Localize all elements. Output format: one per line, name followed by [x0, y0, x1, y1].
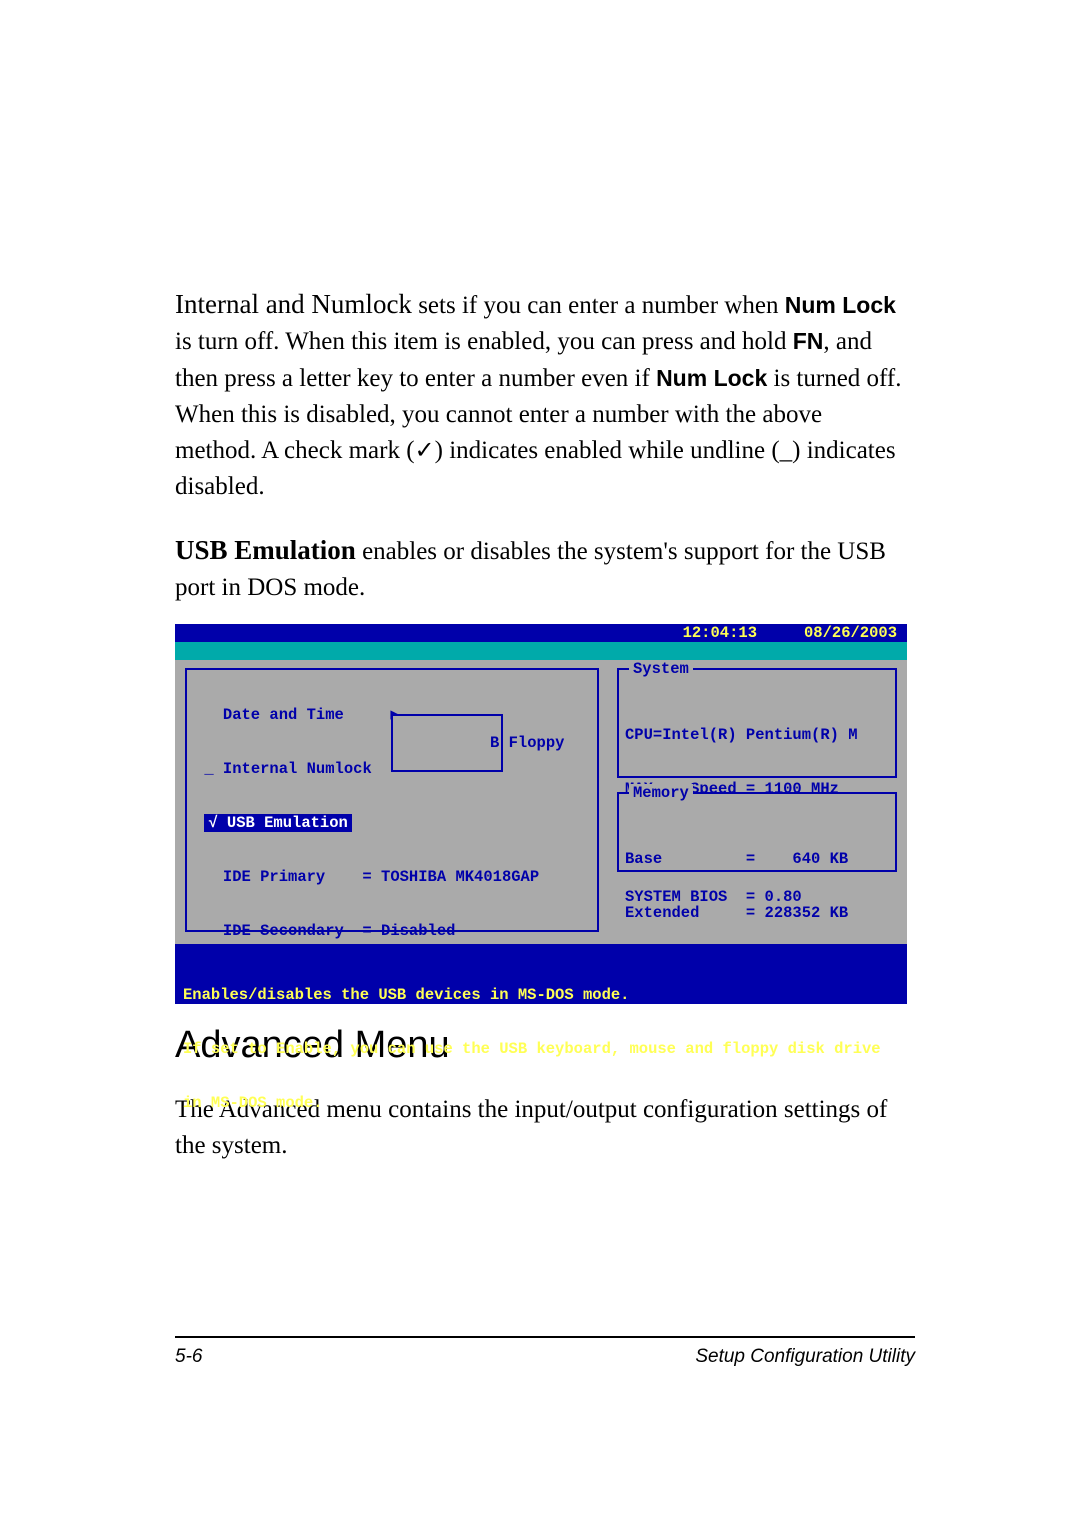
footer-rule: [175, 1336, 915, 1338]
item-internal-numlock-label: _ Internal Numlock: [204, 760, 371, 778]
item-ide-primary-label: IDE Primary = TOSHIBA MK4018GAP: [223, 868, 539, 886]
bios-main-area: Date and Time ▶ _ Internal Numlock √ USB…: [175, 660, 907, 944]
key-fn: FN: [793, 328, 824, 354]
memory-label: Memory: [629, 784, 693, 802]
item-ide-secondary-label: IDE Secondary = Disabled: [223, 922, 456, 940]
bios-system-panel: System CPU=Intel(R) Pentium(R) M MAX Spe…: [617, 668, 897, 778]
item-usb-emulation-label: √ USB Emulation: [204, 814, 352, 832]
key-numlock: Num Lock: [785, 292, 896, 318]
bios-date: 08/26/2003: [804, 624, 897, 642]
checkmark-icon: ✓: [415, 438, 435, 464]
bios-left-panel: Date and Time ▶ _ Internal Numlock √ USB…: [185, 668, 599, 932]
memory-base: Base = 640 KB: [625, 850, 889, 868]
usb-emulation-submenu[interactable]: B Floppy: [391, 714, 503, 772]
help-line-1: Enables/disables the USB devices in MS-D…: [183, 986, 899, 1004]
item-usb-emulation[interactable]: √ USB Emulation: [187, 814, 597, 832]
system-label: System: [629, 660, 693, 678]
memory-extended: Extended = 228352 KB: [625, 904, 889, 922]
bios-screenshot: Insyde Software SCU 12:04:13 08/26/2003 …: [175, 624, 907, 1004]
item-ide-secondary[interactable]: IDE Secondary = Disabled: [187, 922, 597, 940]
bios-time: 12:04:13: [683, 624, 757, 642]
paragraph-usb-emulation: USB Emulation enables or disables the sy…: [175, 531, 905, 607]
item-date-and-time-label: Date and Time ▶: [223, 706, 400, 724]
submenu-floppy[interactable]: B Floppy: [490, 734, 564, 752]
key-numlock-2: Num Lock: [656, 365, 767, 391]
system-cpu: CPU=Intel(R) Pentium(R) M: [625, 726, 889, 744]
lead-usb-emulation: USB Emulation: [175, 535, 356, 565]
bios-help-bar: Enables/disables the USB devices in MS-D…: [175, 948, 907, 1004]
paragraph-internal-numlock: Internal and Numlock sets if you can ent…: [175, 285, 905, 506]
bios-memory-panel: Memory Base = 640 KB Extended = 228352 K…: [617, 792, 897, 872]
lead-internal-numlock: Internal and Numlock: [175, 289, 412, 319]
help-line-2: If set to Enable, you can use the USB ke…: [183, 1040, 899, 1058]
bios-titlebar: Insyde Software SCU 12:04:13 08/26/2003: [175, 624, 907, 642]
page-footer: 5-6 Setup Configuration Utility: [175, 1346, 915, 1368]
bios-menubar[interactable]: MainAdvancedSecurityBootExit: [175, 642, 907, 660]
text: sets if you can enter a number when: [412, 292, 785, 319]
item-ide-primary[interactable]: IDE Primary = TOSHIBA MK4018GAP: [187, 868, 597, 886]
text: is turn off. When this item is enabled, …: [175, 328, 793, 355]
footer-title: Setup Configuration Utility: [695, 1346, 915, 1368]
help-line-3: in MS-DOS mode.: [183, 1094, 899, 1112]
page: Internal and Numlock sets if you can ent…: [0, 0, 1080, 1528]
page-number: 5-6: [175, 1346, 202, 1368]
